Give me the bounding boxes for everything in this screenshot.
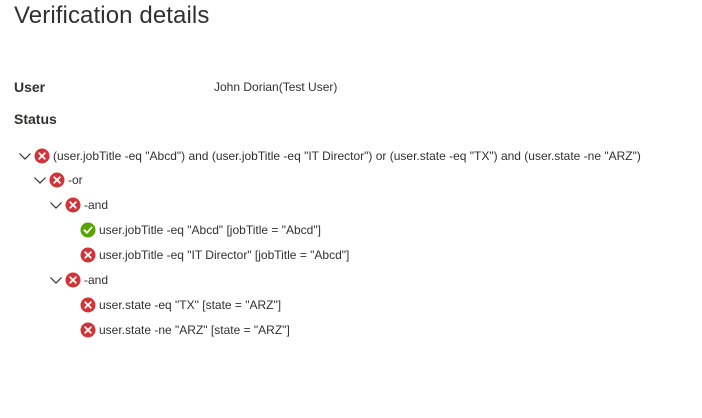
tree-node-label: (user.jobTitle -eq "Abcd") and (user.job… <box>53 149 641 163</box>
tree-leaf-4: user.state -ne "ARZ" [state = "ARZ"] <box>80 320 290 340</box>
error-icon <box>80 247 96 263</box>
tree-leaf-1: user.jobTitle -eq "Abcd" [jobTitle = "Ab… <box>80 220 321 240</box>
error-icon <box>65 272 81 288</box>
chevron-down-icon[interactable] <box>18 149 32 163</box>
tree-leaf-label: user.jobTitle -eq "IT Director" [jobTitl… <box>99 248 350 262</box>
status-label: Status <box>14 111 57 127</box>
user-label: User <box>14 79 46 95</box>
success-check-icon <box>80 222 96 238</box>
error-icon <box>80 322 96 338</box>
user-value: John Dorian(Test User) <box>214 80 338 94</box>
chevron-down-icon[interactable] <box>49 198 63 212</box>
error-icon <box>49 172 65 188</box>
error-icon <box>34 148 50 164</box>
tree-node-and-2[interactable]: -and <box>49 270 108 290</box>
page-title: Verification details <box>14 2 210 29</box>
tree-leaf-2: user.jobTitle -eq "IT Director" [jobTitl… <box>80 245 349 265</box>
tree-leaf-label: user.jobTitle -eq "Abcd" [jobTitle = "Ab… <box>99 223 321 237</box>
chevron-down-icon[interactable] <box>33 173 47 187</box>
tree-node-or[interactable]: -or <box>33 170 83 190</box>
tree-node-root[interactable]: (user.jobTitle -eq "Abcd") and (user.job… <box>18 146 641 166</box>
tree-leaf-3: user.state -eq "TX" [state = "ARZ"] <box>80 295 281 315</box>
tree-node-label: -and <box>84 273 109 287</box>
chevron-down-icon[interactable] <box>49 273 63 287</box>
tree-node-and-1[interactable]: -and <box>49 195 108 215</box>
error-icon <box>80 297 96 313</box>
tree-leaf-label: user.state -ne "ARZ" [state = "ARZ"] <box>99 323 290 337</box>
tree-node-label: -and <box>84 198 109 212</box>
tree-leaf-label: user.state -eq "TX" [state = "ARZ"] <box>99 298 282 312</box>
error-icon <box>65 197 81 213</box>
tree-node-label: -or <box>68 173 83 187</box>
